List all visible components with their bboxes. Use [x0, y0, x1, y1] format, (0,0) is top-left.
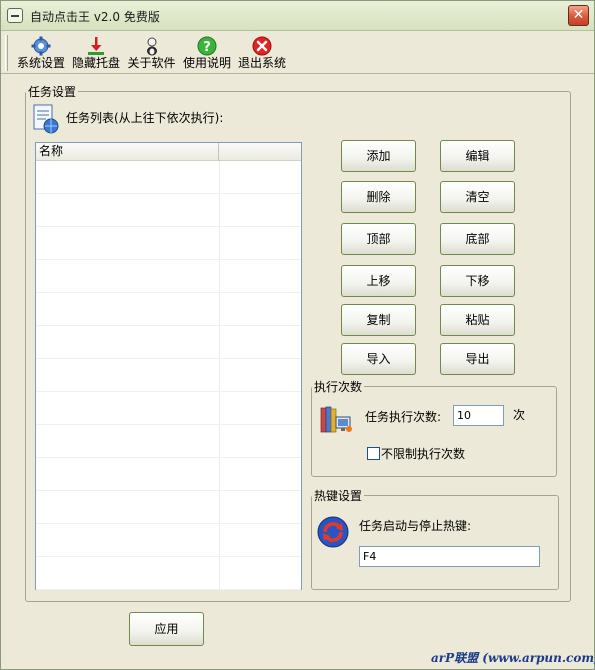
copy-button[interactable]: 复制: [341, 304, 416, 336]
hotkey-title: 热键设置: [312, 487, 365, 504]
move-up-button[interactable]: 上移: [341, 265, 416, 297]
toolbar-about-button[interactable]: 关于软件: [125, 34, 178, 72]
toolbar-grip: [5, 35, 8, 71]
import-button[interactable]: 导入: [341, 343, 416, 375]
main-window: 自动点击王 v2.0 免费版 ✕ 系统设置 隐藏托盘 关于软件 ? 使用说明 退…: [0, 0, 595, 670]
list-row: [36, 227, 301, 260]
list-row: [36, 161, 301, 194]
exec-count-input[interactable]: 10: [453, 405, 504, 426]
toolbar-exit-button[interactable]: 退出系统: [236, 34, 288, 72]
delete-button[interactable]: 删除: [341, 181, 416, 213]
toolbar-hide-tray-label: 隐藏托盘: [71, 56, 120, 70]
task-list[interactable]: 名称: [35, 142, 302, 590]
list-body: [36, 161, 301, 590]
move-top-button[interactable]: 顶部: [341, 223, 416, 255]
list-row: [36, 458, 301, 491]
system-menu-icon[interactable]: [7, 8, 23, 23]
person-about-icon: [146, 37, 157, 56]
list-row: [36, 326, 301, 359]
close-button[interactable]: ✕: [568, 5, 589, 26]
toolbar-help-label: 使用说明: [182, 56, 231, 70]
help-question-icon: ?: [197, 36, 217, 56]
list-row: [36, 260, 301, 293]
books-computer-icon: [320, 406, 352, 433]
watermark-text: arP联盟 (www.arpun.com): [431, 651, 595, 665]
toolbar-exit-label: 退出系统: [237, 56, 286, 70]
exit-close-icon: [252, 36, 272, 56]
move-down-button[interactable]: 下移: [440, 265, 515, 297]
svg-text:?: ?: [203, 40, 211, 55]
toolbar-help-button[interactable]: ? 使用说明: [181, 34, 233, 72]
toolbar-settings-label: 系统设置: [16, 56, 65, 70]
list-row: [36, 293, 301, 326]
list-header: 名称: [36, 143, 301, 161]
window-title: 自动点击王 v2.0 免费版: [30, 10, 160, 24]
column-header-extra[interactable]: [220, 143, 301, 161]
exec-count-unit: 次: [513, 408, 526, 422]
list-row: [36, 524, 301, 557]
add-button[interactable]: 添加: [341, 140, 416, 172]
export-button[interactable]: 导出: [440, 343, 515, 375]
list-row: [36, 491, 301, 524]
task-settings-title: 任务设置: [26, 83, 79, 100]
title-bar[interactable]: 自动点击王 v2.0 免费版 ✕: [1, 1, 594, 31]
toolbar-about-label: 关于软件: [127, 56, 176, 70]
list-row: [36, 425, 301, 458]
hotkey-label: 任务启动与停止热键:: [359, 519, 472, 533]
clear-button[interactable]: 清空: [440, 181, 515, 213]
list-row: [36, 392, 301, 425]
list-row: [36, 557, 301, 590]
task-list-caption: 任务列表(从上往下依次执行):: [66, 111, 224, 125]
toolbar-hide-tray-button[interactable]: 隐藏托盘: [70, 34, 122, 72]
paste-button[interactable]: 粘贴: [440, 304, 515, 336]
apply-button[interactable]: 应用: [129, 612, 204, 646]
settings-gear-icon: [31, 36, 51, 56]
download-tray-icon: [88, 37, 104, 55]
column-header-name[interactable]: 名称: [36, 143, 219, 161]
unlimited-exec-checkbox[interactable]: [367, 447, 380, 460]
move-bottom-button[interactable]: 底部: [440, 223, 515, 255]
refresh-arrows-icon: [317, 516, 349, 548]
exec-count-label: 任务执行次数:: [365, 410, 442, 424]
document-globe-icon: [33, 104, 59, 134]
toolbar-settings-button[interactable]: 系统设置: [15, 34, 67, 72]
list-row: [36, 194, 301, 227]
exec-count-title: 执行次数: [312, 378, 365, 395]
unlimited-exec-label[interactable]: 不限制执行次数: [381, 445, 465, 462]
hotkey-input[interactable]: F4: [359, 546, 540, 567]
edit-button[interactable]: 编辑: [440, 140, 515, 172]
list-row: [36, 359, 301, 392]
